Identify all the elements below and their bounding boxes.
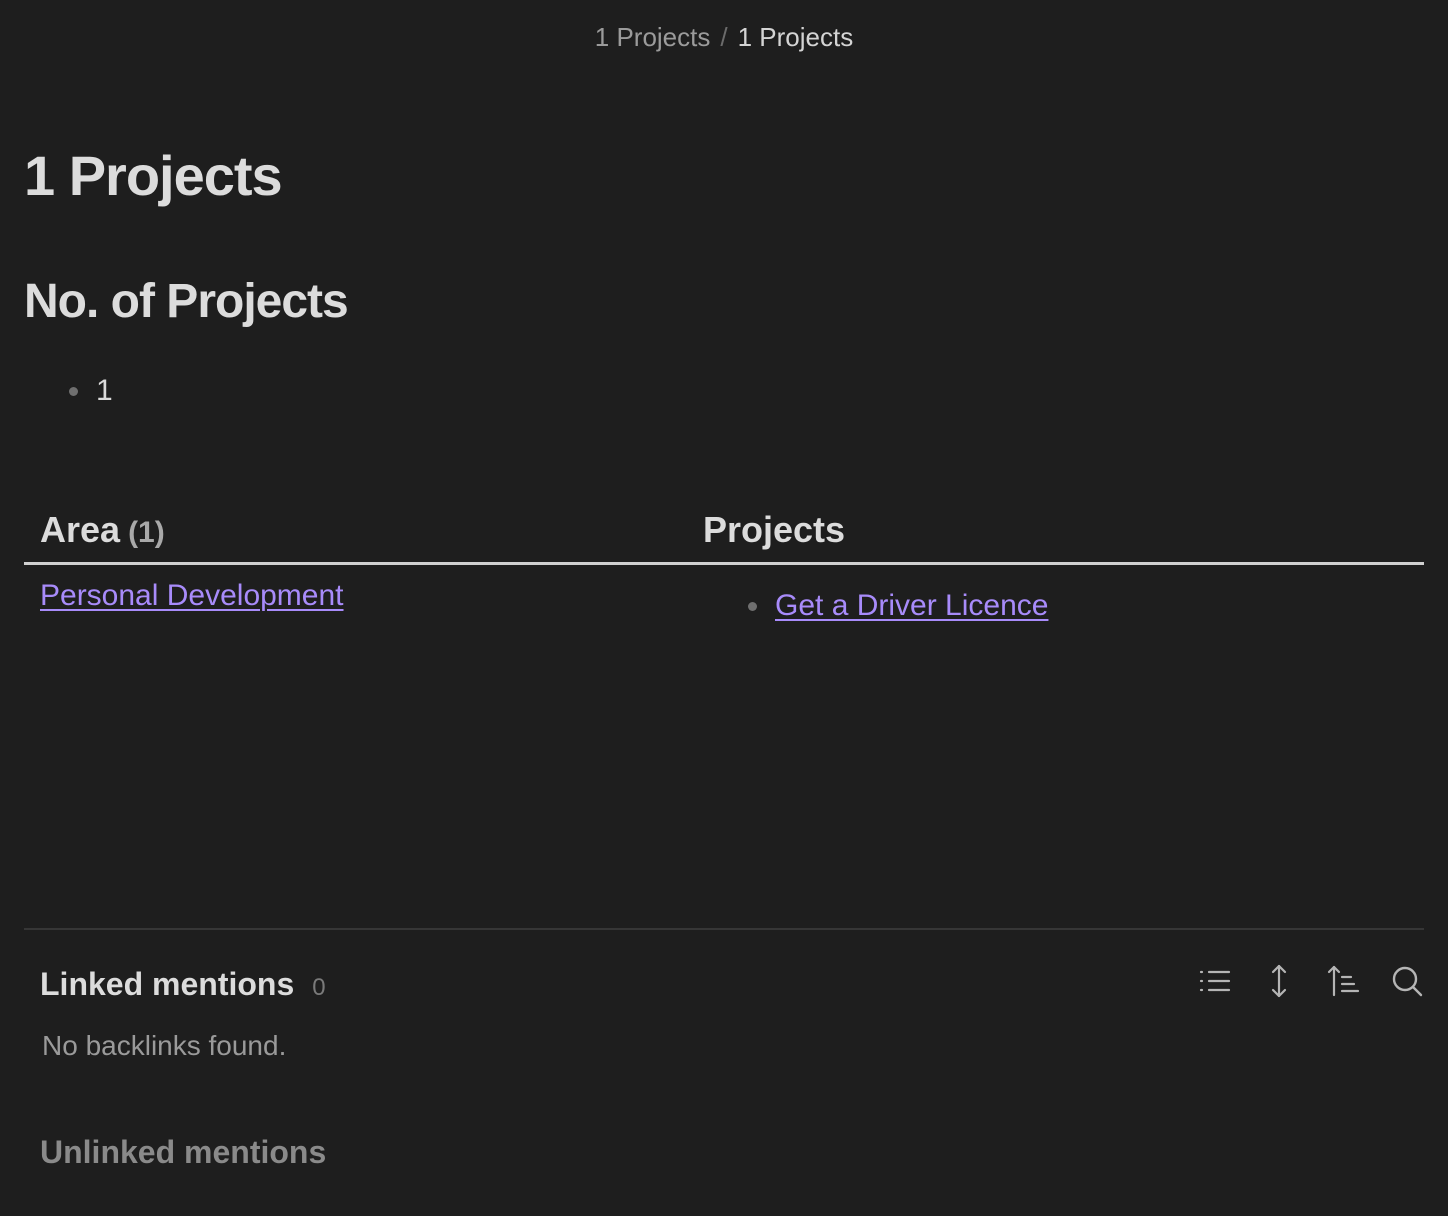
table-header: Area (1) Projects xyxy=(24,500,1424,565)
linked-mentions-header: Linked mentions 0 xyxy=(40,962,326,1010)
backlinks-toolbar xyxy=(1194,960,1428,1002)
bullet-icon xyxy=(69,387,78,396)
table-cell-area: Personal Development xyxy=(40,575,344,617)
project-link[interactable]: Get a Driver Licence xyxy=(775,589,1048,622)
list-item-text: 1 xyxy=(96,374,113,407)
column-header-area-count: (1) xyxy=(128,516,165,549)
search-icon[interactable] xyxy=(1386,960,1428,1002)
unlinked-mentions-toggle[interactable]: Unlinked mentions xyxy=(40,1130,326,1174)
bullet-icon xyxy=(748,602,757,611)
table-row: Personal Development Get a Driver Licenc… xyxy=(24,565,1424,655)
breadcrumb-current[interactable]: 1 Projects xyxy=(738,22,854,52)
section-heading: No. of Projects xyxy=(24,275,349,328)
column-header-projects: Projects xyxy=(703,509,846,550)
breadcrumb-parent[interactable]: 1 Projects xyxy=(595,22,711,52)
divider xyxy=(24,928,1424,930)
table-cell-projects: Get a Driver Licence xyxy=(743,585,1048,627)
sort-icon[interactable] xyxy=(1322,960,1364,1002)
column-header-area-label: Area xyxy=(40,509,121,550)
list-item: Get a Driver Licence xyxy=(743,585,1048,627)
linked-mentions-title: Linked mentions xyxy=(40,966,295,1002)
breadcrumb: 1 Projects / 1 Projects xyxy=(0,18,1448,56)
column-header-area: Area (1) xyxy=(40,506,165,557)
project-count-list: 1 xyxy=(64,370,113,412)
list-item: 1 xyxy=(64,370,113,412)
no-backlinks-message: No backlinks found. xyxy=(42,1030,287,1061)
page-title: 1 Projects xyxy=(24,144,283,207)
expand-collapse-icon[interactable] xyxy=(1258,960,1300,1002)
area-link[interactable]: Personal Development xyxy=(40,579,344,612)
linked-mentions-count: 0 xyxy=(312,974,326,1001)
list-icon[interactable] xyxy=(1194,960,1236,1002)
breadcrumb-separator: / xyxy=(720,22,728,52)
projects-table: Area (1) Projects Personal Development Ge… xyxy=(24,500,1424,655)
